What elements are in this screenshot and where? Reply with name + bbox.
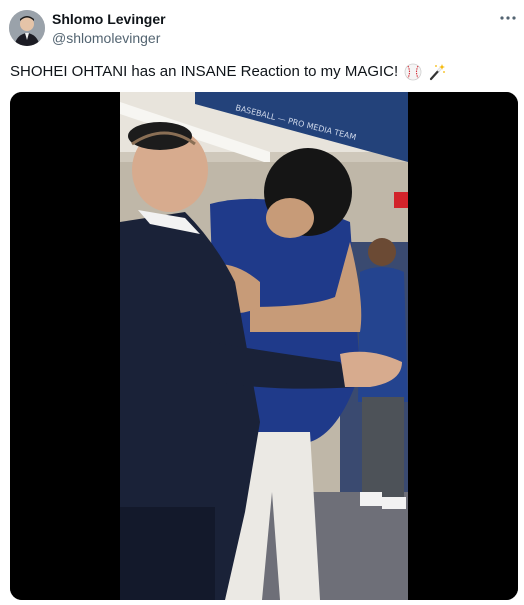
magic-wand-emoji-icon (430, 64, 446, 81)
tweet-video[interactable]: BASEBALL — PRO MEDIA TEAM (10, 92, 518, 600)
more-options-button[interactable] (496, 8, 520, 28)
more-horizontal-icon (500, 16, 516, 20)
video-scene: BASEBALL — PRO MEDIA TEAM (120, 92, 408, 600)
avatar-image (9, 10, 45, 46)
video-frame: BASEBALL — PRO MEDIA TEAM (10, 92, 518, 600)
tweet-text-body: SHOHEI OHTANI has an INSANE Reaction to … (10, 63, 399, 80)
baseball-emoji-icon (404, 63, 422, 81)
author-avatar[interactable] (9, 10, 45, 46)
author-name[interactable]: Shlomo Levinger (52, 11, 166, 27)
tweet-card[interactable]: Shlomo Levinger @shlomolevinger SHOHEI O… (0, 0, 524, 605)
author-handle[interactable]: @shlomolevinger (52, 30, 160, 46)
tweet-text: SHOHEI OHTANI has an INSANE Reaction to … (10, 62, 446, 82)
